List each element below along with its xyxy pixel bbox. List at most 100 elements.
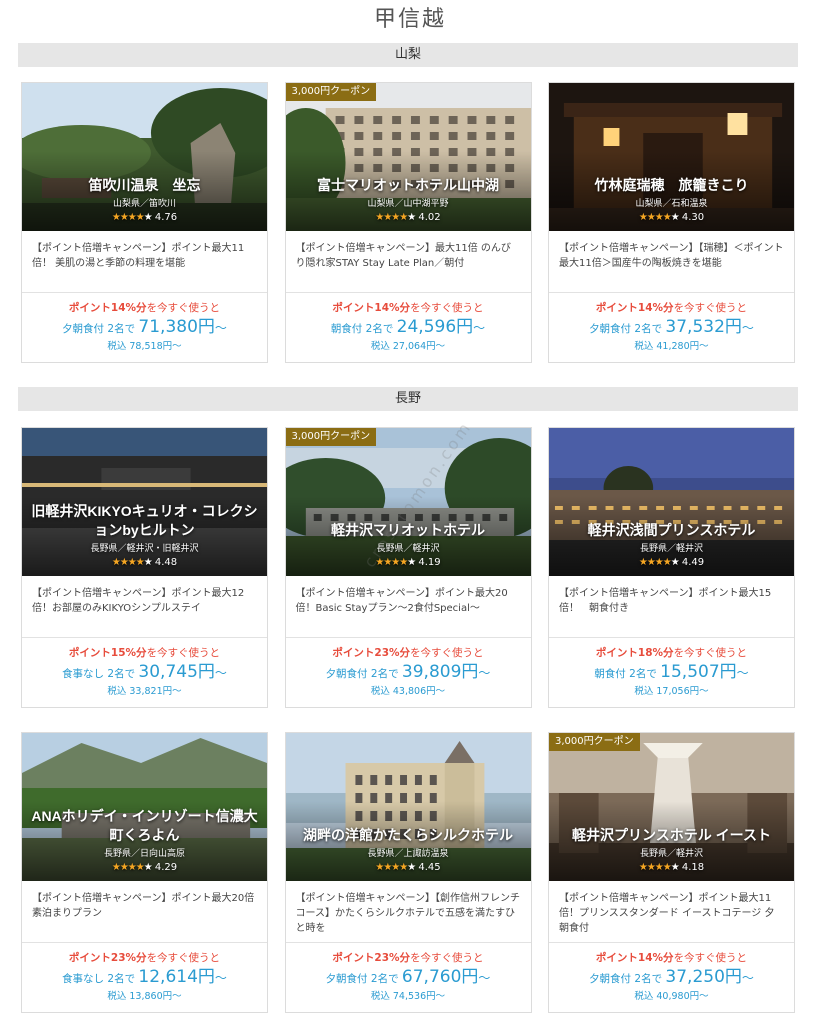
- plan-description[interactable]: 【ポイント倍増キャンペーン】ポイント最大20倍 素泊まりプラン: [22, 881, 267, 943]
- meal-plan: 夕朝食付 2名で: [62, 323, 139, 335]
- hotel-name[interactable]: 軽井沢マリオットホテル: [286, 521, 531, 540]
- hotel-card[interactable]: 3,000円クーポン 富士マリオットホテル山中湖 山梨県／山中湖平野 ★★★★★…: [284, 82, 532, 363]
- hotel-grid-nagano-2: ANAホリデイ・インリゾート信濃大町くろよん 長野県／日向山高原 ★★★★★ 4…: [21, 732, 795, 1013]
- coupon-badge: 3,000円クーポン: [285, 83, 377, 101]
- meal-plan: 食事なし 2名で: [62, 973, 139, 985]
- price-suffix: ～: [478, 971, 491, 985]
- tax-price: 税込 13,860円～: [107, 991, 182, 1002]
- meal-plan: 夕朝食付 2名で: [325, 668, 402, 680]
- hotel-name[interactable]: 富士マリオットホテル山中湖: [286, 176, 531, 195]
- price-block[interactable]: ポイント14%分を今すぐ使うと 夕朝食付 2名で 37,532円～ 税込 41,…: [549, 293, 794, 353]
- tax-price: 税込 78,518円～: [107, 341, 182, 352]
- star-rating-icon: ★★★★★: [111, 557, 153, 568]
- plan-description[interactable]: 【ポイント倍増キャンペーン】ポイント最大15倍！ 朝食付き: [549, 576, 794, 638]
- hotel-card[interactable]: 3,000円クーポン 軽井沢マリオットホテル 長野県／軽井沢 ★★★★★ 4.1…: [284, 427, 532, 708]
- price-amount: 37,250円: [665, 967, 742, 987]
- points-percent: ポイント14%分: [332, 302, 411, 314]
- points-text: ポイント14%分を今すぐ使うと: [549, 300, 794, 316]
- hotel-grid-yamanashi: 笛吹川温泉 坐忘 山梨県／笛吹川 ★★★★★ 4.76 【ポイント倍増キャンペー…: [21, 82, 795, 363]
- photo-caption: 笛吹川温泉 坐忘 山梨県／笛吹川 ★★★★★ 4.76: [22, 176, 267, 225]
- hotel-photo[interactable]: 湖畔の洋館かたくらシルクホテル 長野県／上諏訪温泉 ★★★★★ 4.45: [285, 733, 531, 881]
- price-row: 食事なし 2名で 12,614円～: [22, 966, 267, 990]
- plan-description[interactable]: 【ポイント倍増キャンペーン】ポイント最大11倍！ 美肌の湯と季節の料理を堪能: [22, 231, 267, 293]
- points-percent: ポイント18%分: [595, 647, 674, 659]
- price-row: 夕朝食付 2名で 37,250円～: [549, 966, 794, 990]
- rating: ★★★★★ 4.45: [286, 861, 531, 875]
- hotel-card[interactable]: 笛吹川温泉 坐忘 山梨県／笛吹川 ★★★★★ 4.76 【ポイント倍増キャンペー…: [21, 82, 268, 363]
- region-header-nagano: 長野: [18, 387, 798, 411]
- photo-caption: 旧軽井沢KIKYOキュリオ・コレクションbyヒルトン 長野県／軽井沢・旧軽井沢 …: [22, 502, 267, 570]
- price-amount: 37,532円: [665, 317, 742, 337]
- hotel-card[interactable]: ANAホリデイ・インリゾート信濃大町くろよん 長野県／日向山高原 ★★★★★ 4…: [21, 732, 268, 1013]
- star-rating-icon: ★★★★★: [375, 557, 416, 568]
- hotel-name[interactable]: 竹林庭瑞穂 旅籠きこり: [549, 176, 794, 195]
- points-percent: ポイント14%分: [595, 302, 674, 314]
- price-block[interactable]: ポイント23%分を今すぐ使うと 夕朝食付 2名で 39,809円～ 税込 43,…: [286, 638, 531, 698]
- hotel-name[interactable]: 湖畔の洋館かたくらシルクホテル: [286, 826, 531, 845]
- points-suffix: を今すぐ使うと: [410, 952, 484, 964]
- price-block[interactable]: ポイント14%分を今すぐ使うと 朝食付 2名で 24,596円～ 税込 27,0…: [286, 293, 531, 353]
- points-suffix: を今すぐ使うと: [673, 952, 748, 964]
- hotel-photo[interactable]: 軽井沢浅間プリンスホテル 長野県／軽井沢 ★★★★★ 4.49: [549, 428, 794, 576]
- points-text: ポイント15%分を今すぐ使うと: [22, 645, 267, 661]
- hotel-card[interactable]: 旧軽井沢KIKYOキュリオ・コレクションbyヒルトン 長野県／軽井沢・旧軽井沢 …: [21, 427, 268, 708]
- rating-value: 4.29: [154, 862, 178, 873]
- price-block[interactable]: ポイント18%分を今すぐ使うと 朝食付 2名で 15,507円～ 税込 17,0…: [549, 638, 794, 698]
- hotel-name[interactable]: 笛吹川温泉 坐忘: [22, 176, 267, 195]
- plan-description[interactable]: 【ポイント倍増キャンペーン】最大11倍 のんびり隠れ家STAY Stay Lat…: [285, 231, 531, 293]
- price-block[interactable]: ポイント23%分を今すぐ使うと 夕朝食付 2名で 67,760円～ 税込 74,…: [286, 943, 531, 1003]
- hotel-photo[interactable]: 3,000円クーポン 軽井沢プリンスホテル イースト 長野県／軽井沢 ★★★★★…: [549, 733, 794, 881]
- hotel-photo[interactable]: ANAホリデイ・インリゾート信濃大町くろよん 長野県／日向山高原 ★★★★★ 4…: [22, 733, 267, 881]
- price-amount: 67,760円: [401, 967, 479, 987]
- meal-plan: 夕朝食付 2名で: [589, 973, 666, 985]
- hotel-photo[interactable]: 竹林庭瑞穂 旅籠きこり 山梨県／石和温泉 ★★★★★ 4.30: [549, 83, 794, 231]
- hotel-photo[interactable]: 笛吹川温泉 坐忘 山梨県／笛吹川 ★★★★★ 4.76: [22, 83, 267, 231]
- plan-description[interactable]: 【ポイント倍増キャンペーン】【創作信州フレンチコース】かたくらシルクホテルで五感…: [285, 881, 531, 943]
- plan-description[interactable]: 【ポイント倍増キャンペーン】ポイント最大11倍！プリンススタンダード イーストコ…: [549, 881, 794, 943]
- coupon-badge: 3,000円クーポン: [549, 733, 640, 751]
- hotel-name[interactable]: 軽井沢浅間プリンスホテル: [549, 521, 794, 540]
- star-rating-icon: ★★★★★: [111, 212, 153, 223]
- points-suffix: を今すぐ使うと: [146, 952, 221, 964]
- hotel-name[interactable]: 旧軽井沢KIKYOキュリオ・コレクションbyヒルトン: [22, 502, 267, 540]
- price-suffix: ～: [741, 971, 754, 985]
- price-row: 夕朝食付 2名で 71,380円～: [22, 316, 267, 340]
- price-block[interactable]: ポイント23%分を今すぐ使うと 食事なし 2名で 12,614円～ 税込 13,…: [22, 943, 267, 1003]
- coupon-badge: 3,000円クーポン: [285, 428, 377, 446]
- hotel-name[interactable]: ANAホリデイ・インリゾート信濃大町くろよん: [22, 807, 267, 845]
- hotel-card[interactable]: 3,000円クーポン 軽井沢プリンスホテル イースト 長野県／軽井沢 ★★★★★…: [548, 732, 795, 1013]
- photo-caption: 湖畔の洋館かたくらシルクホテル 長野県／上諏訪温泉 ★★★★★ 4.45: [286, 826, 531, 875]
- price-amount: 24,596円: [396, 317, 474, 337]
- meal-plan: 朝食付 2名で: [594, 668, 661, 680]
- hotel-location: 山梨県／笛吹川: [112, 199, 176, 209]
- hotel-location: 山梨県／石和温泉: [635, 199, 708, 209]
- hotel-card[interactable]: 軽井沢浅間プリンスホテル 長野県／軽井沢 ★★★★★ 4.49 【ポイント倍増キ…: [548, 427, 795, 708]
- rating-value: 4.18: [681, 862, 705, 873]
- photo-caption: 軽井沢マリオットホテル 長野県／軽井沢 ★★★★★ 4.19: [286, 521, 531, 570]
- price-row: 朝食付 2名で 24,596円～: [286, 316, 531, 340]
- price-block[interactable]: ポイント14%分を今すぐ使うと 夕朝食付 2名で 71,380円～ 税込 78,…: [22, 293, 267, 353]
- hotel-card[interactable]: 湖畔の洋館かたくらシルクホテル 長野県／上諏訪温泉 ★★★★★ 4.45 【ポイ…: [284, 732, 532, 1013]
- hotel-photo[interactable]: 3,000円クーポン 軽井沢マリオットホテル 長野県／軽井沢 ★★★★★ 4.1…: [285, 428, 531, 576]
- plan-description[interactable]: 【ポイント倍増キャンペーン】ポイント最大20倍！Basic Stayプラン～2食…: [285, 576, 531, 638]
- hotel-name[interactable]: 軽井沢プリンスホテル イースト: [549, 826, 794, 845]
- meal-plan: 食事なし 2名で: [62, 668, 139, 680]
- points-text: ポイント14%分を今すぐ使うと: [549, 950, 794, 966]
- price-suffix: ～: [736, 666, 749, 680]
- rating: ★★★★★ 4.30: [549, 211, 794, 225]
- price-block[interactable]: ポイント15%分を今すぐ使うと 食事なし 2名で 30,745円～ 税込 33,…: [22, 638, 267, 698]
- plan-description[interactable]: 【ポイント倍増キャンペーン】ポイント最大12倍！お部屋のみKIKYOシンプルステ…: [22, 576, 267, 638]
- hotel-location: 長野県／軽井沢・旧軽井沢: [90, 544, 199, 554]
- plan-description[interactable]: 【ポイント倍増キャンペーン】【瑞穂】＜ポイント最大11倍＞国産牛の陶板焼きを堪能: [549, 231, 794, 293]
- hotel-photo[interactable]: 旧軽井沢KIKYOキュリオ・コレクションbyヒルトン 長野県／軽井沢・旧軽井沢 …: [22, 428, 267, 576]
- price-amount: 71,380円: [138, 317, 215, 337]
- points-percent: ポイント23%分: [332, 647, 411, 659]
- page-title: 甲信越: [373, 7, 446, 32]
- hotel-card[interactable]: 竹林庭瑞穂 旅籠きこり 山梨県／石和温泉 ★★★★★ 4.30 【ポイント倍増キ…: [548, 82, 795, 363]
- points-suffix: を今すぐ使うと: [146, 302, 221, 314]
- tax-price: 税込 27,064円～: [370, 341, 446, 352]
- price-block[interactable]: ポイント14%分を今すぐ使うと 夕朝食付 2名で 37,250円～ 税込 40,…: [549, 943, 794, 1003]
- star-rating-icon: ★★★★★: [638, 862, 680, 873]
- points-text: ポイント23%分を今すぐ使うと: [286, 950, 531, 966]
- hotel-photo[interactable]: 3,000円クーポン 富士マリオットホテル山中湖 山梨県／山中湖平野 ★★★★★…: [285, 83, 531, 231]
